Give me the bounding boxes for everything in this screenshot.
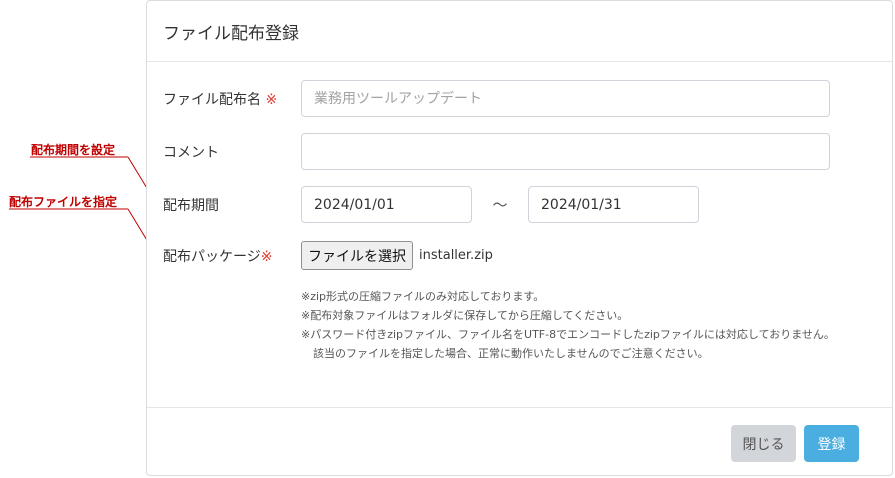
file-distribution-modal: ファイル配布登録 ファイル配布名 ※ コメント 配布期間 ～ 配布パッケージ※ … bbox=[146, 0, 893, 476]
package-required-mark: ※ bbox=[260, 248, 273, 265]
package-notes: ※zip形式の圧縮ファイルのみ対応しております。 ※配布対象ファイルはフォルダに… bbox=[301, 287, 835, 363]
name-label-text: ファイル配布名 bbox=[163, 91, 261, 108]
package-label-text: 配布パッケージ bbox=[163, 248, 261, 265]
modal-header: ファイル配布登録 bbox=[147, 1, 892, 62]
selected-file-name: installer.zip bbox=[419, 248, 493, 263]
period-end-input[interactable] bbox=[528, 186, 699, 223]
name-label: ファイル配布名 ※ bbox=[163, 89, 301, 109]
note-item: ※パスワード付きzipファイル、ファイル名をUTF-8でエンコードしたzipファ… bbox=[301, 328, 835, 341]
comment-label: コメント bbox=[163, 144, 219, 161]
package-label: 配布パッケージ※ bbox=[163, 246, 301, 266]
footer-divider bbox=[147, 407, 892, 408]
note-item: ※zip形式の圧縮ファイルのみ対応しております。 bbox=[301, 290, 545, 303]
close-button[interactable]: 閉じる bbox=[731, 425, 796, 462]
field-row-package: 配布パッケージ※ ファイルを選択 installer.zip bbox=[163, 241, 493, 270]
name-required-mark: ※ bbox=[265, 91, 278, 108]
field-row-name: ファイル配布名 ※ bbox=[163, 80, 830, 117]
period-separator: ～ bbox=[492, 196, 508, 214]
annotation-period-label: 配布期間を設定 bbox=[31, 143, 116, 157]
modal-title: ファイル配布登録 bbox=[163, 23, 299, 44]
period-start-input[interactable] bbox=[301, 186, 472, 223]
field-row-comment: コメント bbox=[163, 133, 830, 170]
field-row-period: 配布期間 ～ bbox=[163, 186, 699, 223]
register-button[interactable]: 登録 bbox=[804, 425, 859, 462]
annotation-package-label: 配布ファイルを指定 bbox=[9, 195, 118, 209]
period-label: 配布期間 bbox=[163, 197, 219, 214]
comment-input[interactable] bbox=[301, 133, 830, 170]
note-item: ※配布対象ファイルはフォルダに保存してから圧縮してください。 bbox=[301, 309, 629, 322]
note-item: 該当のファイルを指定した場合、正常に動作いたしませんのでご注意ください。 bbox=[313, 347, 709, 360]
name-input[interactable] bbox=[301, 80, 830, 117]
annotation-lines bbox=[9, 156, 160, 259]
choose-file-button[interactable]: ファイルを選択 bbox=[301, 241, 413, 270]
